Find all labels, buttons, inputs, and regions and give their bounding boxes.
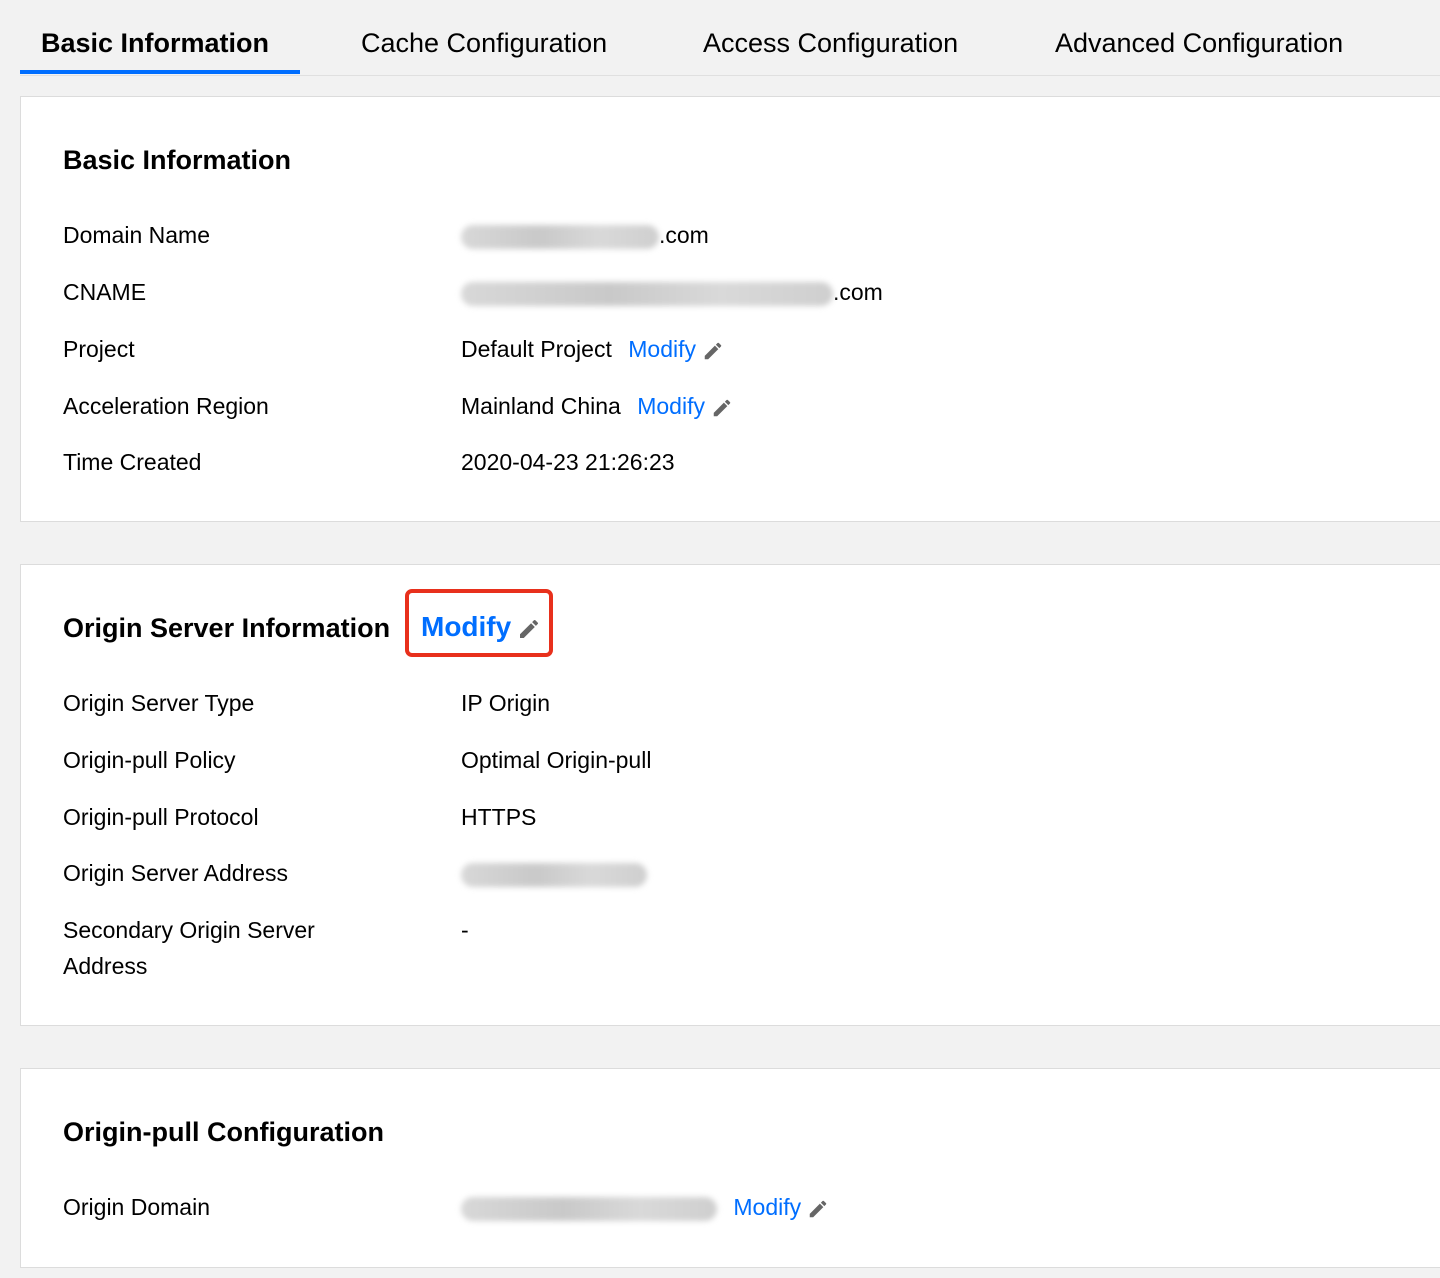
- tab-basic-information[interactable]: Basic Information: [41, 28, 269, 59]
- cname-value: .com: [461, 274, 883, 310]
- origin-server-title: Origin Server Information: [63, 613, 391, 643]
- pencil-icon[interactable]: [517, 617, 541, 641]
- cname-suffix: .com: [833, 279, 883, 305]
- redacted-cname: [461, 281, 833, 306]
- pencil-icon[interactable]: [711, 397, 733, 419]
- origin-pull-protocol-label: Origin-pull Protocol: [63, 804, 259, 830]
- origin-modify-link[interactable]: Modify: [421, 611, 511, 642]
- project-label: Project: [63, 336, 135, 362]
- origin-pull-protocol-value: HTTPS: [461, 804, 537, 830]
- origin-server-type-value: IP Origin: [461, 690, 551, 716]
- cname-label: CNAME: [63, 279, 147, 305]
- origin-pull-policy-label: Origin-pull Policy: [63, 747, 236, 773]
- pencil-icon[interactable]: [807, 1198, 829, 1220]
- basic-information-title: Basic Information: [63, 145, 292, 175]
- project-modify-link[interactable]: Modify: [628, 336, 696, 362]
- project-value: Default Project: [461, 336, 612, 362]
- acceleration-region-label: Acceleration Region: [63, 393, 269, 419]
- origin-server-address-label: Origin Server Address: [63, 860, 288, 886]
- basic-information-card: Basic Information Domain Name .com CNAME…: [20, 96, 1440, 522]
- origin-domain-label: Origin Domain: [63, 1194, 210, 1220]
- secondary-origin-address-value: -: [461, 917, 469, 943]
- domain-name-label: Domain Name: [63, 222, 210, 248]
- domain-name-value: .com: [461, 217, 709, 253]
- origin-server-type-label: Origin Server Type: [63, 690, 255, 716]
- secondary-origin-address-label: Secondary Origin Server Address: [63, 917, 315, 979]
- acceleration-region-value-row: Mainland China Modify: [461, 388, 733, 424]
- origin-pull-policy-value: Optimal Origin-pull: [461, 747, 652, 773]
- origin-pull-configuration-card: Origin-pull Configuration Origin Domain …: [20, 1068, 1440, 1268]
- redacted-address: [461, 862, 647, 887]
- tab-access-configuration[interactable]: Access Configuration: [703, 28, 958, 59]
- origin-server-card: Origin Server Information Modify Origin …: [20, 564, 1440, 1026]
- origin-pull-configuration-title: Origin-pull Configuration: [63, 1117, 384, 1147]
- redacted-origin-domain: [461, 1196, 717, 1221]
- origin-domain-modify-link[interactable]: Modify: [733, 1194, 801, 1220]
- acceleration-region-value: Mainland China: [461, 393, 621, 419]
- origin-domain-value-row: Modify: [461, 1189, 829, 1225]
- redacted-domain: [461, 224, 659, 249]
- pencil-icon[interactable]: [702, 340, 724, 362]
- project-value-row: Default Project Modify: [461, 331, 724, 367]
- domain-name-suffix: .com: [659, 222, 709, 248]
- tab-advanced-configuration[interactable]: Advanced Configuration: [1055, 28, 1343, 59]
- origin-modify-row: Modify: [421, 611, 541, 643]
- time-created-value: 2020-04-23 21:26:23: [461, 449, 675, 475]
- time-created-label: Time Created: [63, 449, 202, 475]
- region-modify-link[interactable]: Modify: [637, 393, 705, 419]
- tab-bar: Basic Information Cache Configuration Ac…: [20, 0, 1440, 76]
- active-tab-indicator: [20, 70, 300, 74]
- tab-cache-configuration[interactable]: Cache Configuration: [361, 28, 607, 59]
- origin-server-address-value: [461, 855, 647, 891]
